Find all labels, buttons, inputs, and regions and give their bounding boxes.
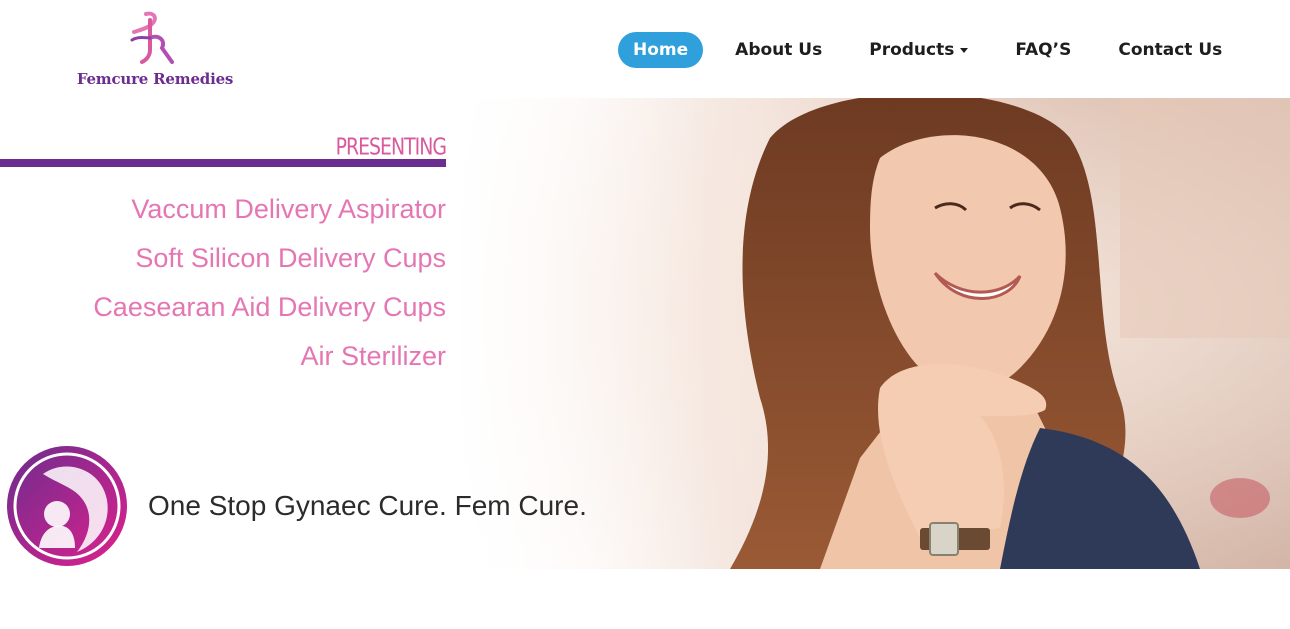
presenting-label: PRESENTING [335,133,447,161]
nav-faqs-label: FAQ’S [1015,40,1072,60]
product-item[interactable]: Soft Silicon Delivery Cups [0,239,446,288]
logo-icon [130,11,174,64]
tagline: One Stop Gynaec Cure. Fem Cure. [148,490,587,521]
main-nav: Home About Us Products FAQ’S Contact Us [618,32,1254,68]
product-item[interactable]: Vaccum Delivery Aspirator [0,190,446,239]
brand-name: Femcure Remedies [76,70,234,88]
nav-home[interactable]: Home [618,32,704,68]
presenting-divider [0,159,446,167]
nav-home-label: Home [633,40,689,60]
mother-child-badge-icon [7,446,127,566]
product-list: Vaccum Delivery Aspirator Soft Silicon D… [0,190,446,386]
product-item[interactable]: Caesearan Aid Delivery Cups [0,288,446,337]
nav-about-label: About Us [735,40,823,60]
hero-banner: PRESENTING Vaccum Delivery Aspirator Sof… [0,98,1290,569]
site-header: Femcure Remedies Home About Us Products … [0,0,1290,98]
nav-contact-label: Contact Us [1118,40,1223,60]
nav-products[interactable]: Products [854,32,983,68]
caret-down-icon [960,47,969,53]
nav-contact-us[interactable]: Contact Us [1103,32,1237,68]
nav-about-us[interactable]: About Us [720,32,837,68]
nav-products-label: Products [869,40,955,60]
nav-faqs[interactable]: FAQ’S [1000,32,1086,68]
brand-logo[interactable]: Femcure Remedies [60,8,250,94]
product-item[interactable]: Air Sterilizer [0,337,446,386]
